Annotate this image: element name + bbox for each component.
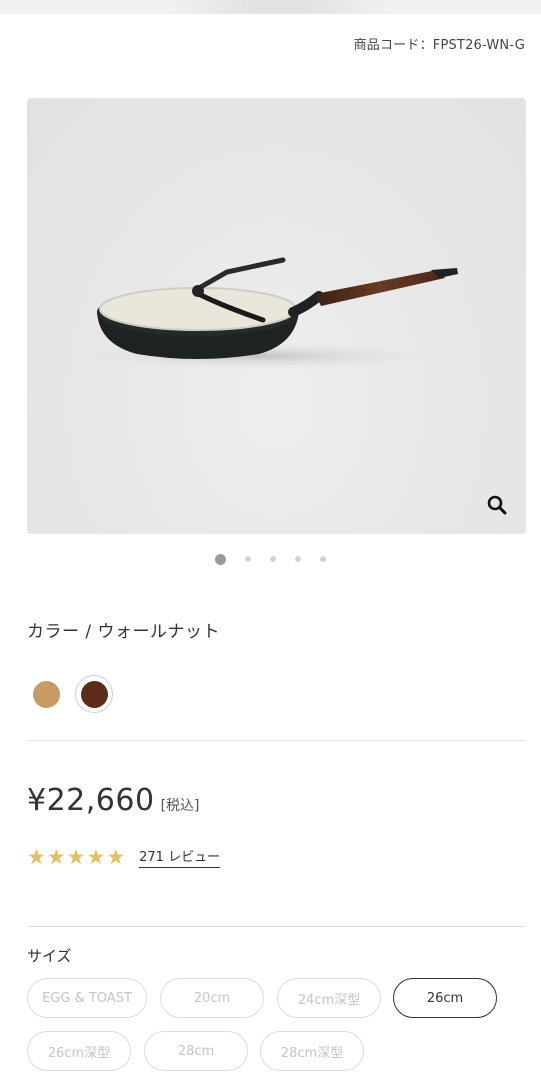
gallery-dot-3[interactable]	[270, 556, 276, 562]
gallery-pagination	[0, 552, 541, 566]
size-option-28cm-deep[interactable]: 28cm深型	[260, 1031, 364, 1071]
gallery-dot-1[interactable]	[215, 553, 226, 565]
star-icon: ★	[27, 845, 46, 869]
color-label: カラー / ウォールナット	[27, 622, 221, 642]
top-bar-shade	[170, 0, 390, 14]
swatch-circle	[32, 680, 60, 708]
size-option-24cm-deep[interactable]: 24cm深型	[277, 978, 381, 1018]
star-rating: ★ ★ ★ ★ ★	[27, 846, 125, 868]
gallery-dot-5[interactable]	[320, 556, 326, 562]
divider	[27, 926, 526, 927]
star-icon: ★	[86, 845, 106, 869]
size-option-26cm-deep[interactable]: 26cm深型	[27, 1031, 131, 1071]
top-bar	[0, 0, 541, 14]
rating-row: ★ ★ ★ ★ ★ 271 レビュー	[27, 846, 221, 868]
color-swatches	[27, 675, 113, 713]
size-option-28cm[interactable]: 28cm	[144, 1031, 248, 1071]
star-icon: ★	[46, 845, 66, 869]
price-row: ¥22,660 [税込]	[27, 783, 200, 818]
zoom-button[interactable]	[486, 494, 508, 516]
price: ¥22,660	[27, 783, 155, 818]
size-option-26cm[interactable]: 26cm	[393, 978, 497, 1018]
color-swatch-walnut[interactable]	[75, 675, 113, 713]
review-link[interactable]: 271 レビュー	[139, 846, 221, 868]
size-option-egg-toast[interactable]: EGG & TOAST	[27, 978, 147, 1018]
star-icon: ★	[106, 845, 126, 869]
magnifier-icon	[487, 495, 507, 515]
product-image-gallery[interactable]	[27, 98, 526, 534]
divider	[27, 740, 526, 741]
frying-pan-image	[67, 257, 458, 370]
product-code: 商品コード：FPST26-WN-G	[353, 38, 525, 53]
size-option-20cm[interactable]: 20cm	[160, 978, 264, 1018]
color-swatch-natural[interactable]	[27, 675, 65, 713]
size-label: サイズ	[27, 947, 72, 965]
tax-label: [税込]	[160, 798, 200, 814]
star-icon: ★	[66, 845, 86, 869]
swatch-circle	[80, 680, 108, 708]
gallery-dot-2[interactable]	[245, 556, 251, 562]
gallery-dot-4[interactable]	[295, 556, 301, 562]
